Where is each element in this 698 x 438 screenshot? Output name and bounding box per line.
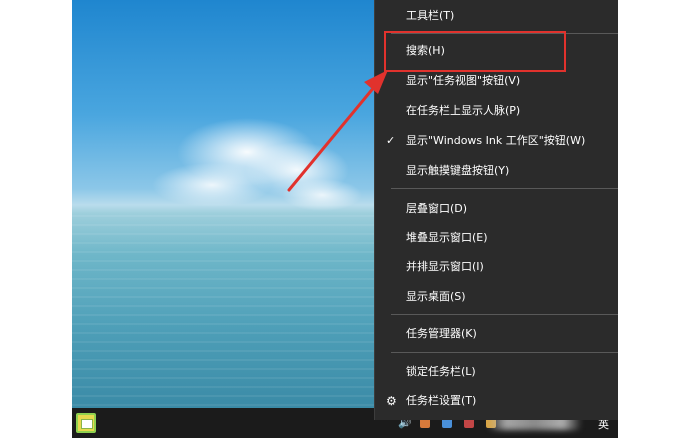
menu-item-label: 显示桌面(S) <box>406 290 466 303</box>
menu-item-label: 层叠窗口(D) <box>406 202 468 215</box>
menu-item-label: 任务栏设置(T) <box>406 394 477 407</box>
menu-separator <box>391 188 618 189</box>
gear-icon: ⚙ <box>386 394 397 408</box>
menu-item-label: 堆叠显示窗口(E) <box>406 231 488 244</box>
menu-separator <box>391 314 618 315</box>
menu-item-taskbar-settings[interactable]: ⚙ 任务栏设置(T) <box>375 388 618 414</box>
desktop-screen: 🔊 英 工具栏(T) 搜索(H) 显示"任务视图"按钮(V) 在任务栏上显示人脉… <box>72 0 618 438</box>
app-icon[interactable] <box>76 413 96 433</box>
annotation-highlight-box <box>384 31 566 72</box>
menu-item-toolbars[interactable]: 工具栏(T) <box>375 3 618 29</box>
menu-separator <box>391 352 618 353</box>
menu-item-task-manager[interactable]: 任务管理器(K) <box>375 321 618 347</box>
menu-item-people[interactable]: 在任务栏上显示人脉(P) <box>375 98 618 124</box>
menu-item-touch-keyboard[interactable]: 显示触摸键盘按钮(Y) <box>375 158 618 184</box>
menu-item-label: 显示"Windows Ink 工作区"按钮(W) <box>406 134 586 147</box>
menu-item-label: 锁定任务栏(L) <box>406 365 476 378</box>
menu-item-stacked[interactable]: 堆叠显示窗口(E) <box>375 225 618 251</box>
menu-item-label: 显示触摸键盘按钮(Y) <box>406 164 510 177</box>
menu-item-windows-ink[interactable]: ✓ 显示"Windows Ink 工作区"按钮(W) <box>375 128 618 154</box>
check-icon: ✓ <box>386 134 396 147</box>
menu-item-label: 工具栏(T) <box>406 9 455 22</box>
menu-item-lock-taskbar[interactable]: 锁定任务栏(L) <box>375 359 618 385</box>
menu-item-label: 任务管理器(K) <box>406 327 477 340</box>
menu-item-show-desktop[interactable]: 显示桌面(S) <box>375 284 618 310</box>
menu-item-cascade[interactable]: 层叠窗口(D) <box>375 196 618 222</box>
menu-item-label: 在任务栏上显示人脉(P) <box>406 104 521 117</box>
menu-item-label: 并排显示窗口(I) <box>406 260 484 273</box>
menu-item-side-by-side[interactable]: 并排显示窗口(I) <box>375 254 618 280</box>
